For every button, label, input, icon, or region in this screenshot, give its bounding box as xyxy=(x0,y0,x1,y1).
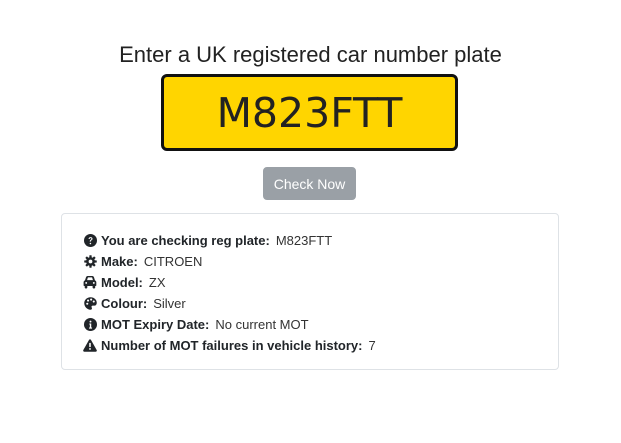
page: Enter a UK registered car number plate M… xyxy=(0,0,621,443)
mot-failures-label: Number of MOT failures in vehicle histor… xyxy=(101,338,363,353)
mot-expiry-value: No current MOT xyxy=(215,317,309,332)
palette-icon xyxy=(83,297,97,311)
number-plate-input[interactable]: M823FTT xyxy=(161,74,458,151)
mot-expiry-row: MOT Expiry Date: No current MOT xyxy=(83,314,376,335)
vehicle-details-card: You are checking reg plate: M823FTT Make… xyxy=(61,213,559,370)
make-value: CITROEN xyxy=(143,254,203,269)
model-label: Model: xyxy=(101,275,143,290)
check-now-button[interactable]: Check Now xyxy=(263,167,356,200)
make-row: Make: CITROEN xyxy=(83,251,376,272)
reg-plate-value: M823FTT xyxy=(275,233,333,248)
reg-plate-row: You are checking reg plate: M823FTT xyxy=(83,230,376,251)
page-heading: Enter a UK registered car number plate xyxy=(119,42,502,67)
mot-failures-row: Number of MOT failures in vehicle histor… xyxy=(83,335,376,356)
mot-expiry-label: MOT Expiry Date: xyxy=(101,317,210,332)
model-value: ZX xyxy=(148,275,166,290)
car-icon xyxy=(83,276,97,290)
colour-value: Silver xyxy=(153,296,186,311)
cog-icon xyxy=(83,255,97,269)
warning-triangle-icon xyxy=(83,339,97,353)
question-circle-icon xyxy=(83,234,97,248)
mot-failures-value: 7 xyxy=(368,338,376,353)
model-row: Model: ZX xyxy=(83,272,376,293)
info-circle-icon xyxy=(83,318,97,332)
colour-label: Colour: xyxy=(101,296,148,311)
reg-plate-label: You are checking reg plate: xyxy=(101,233,270,248)
colour-row: Colour: Silver xyxy=(83,293,376,314)
make-label: Make: xyxy=(101,254,138,269)
